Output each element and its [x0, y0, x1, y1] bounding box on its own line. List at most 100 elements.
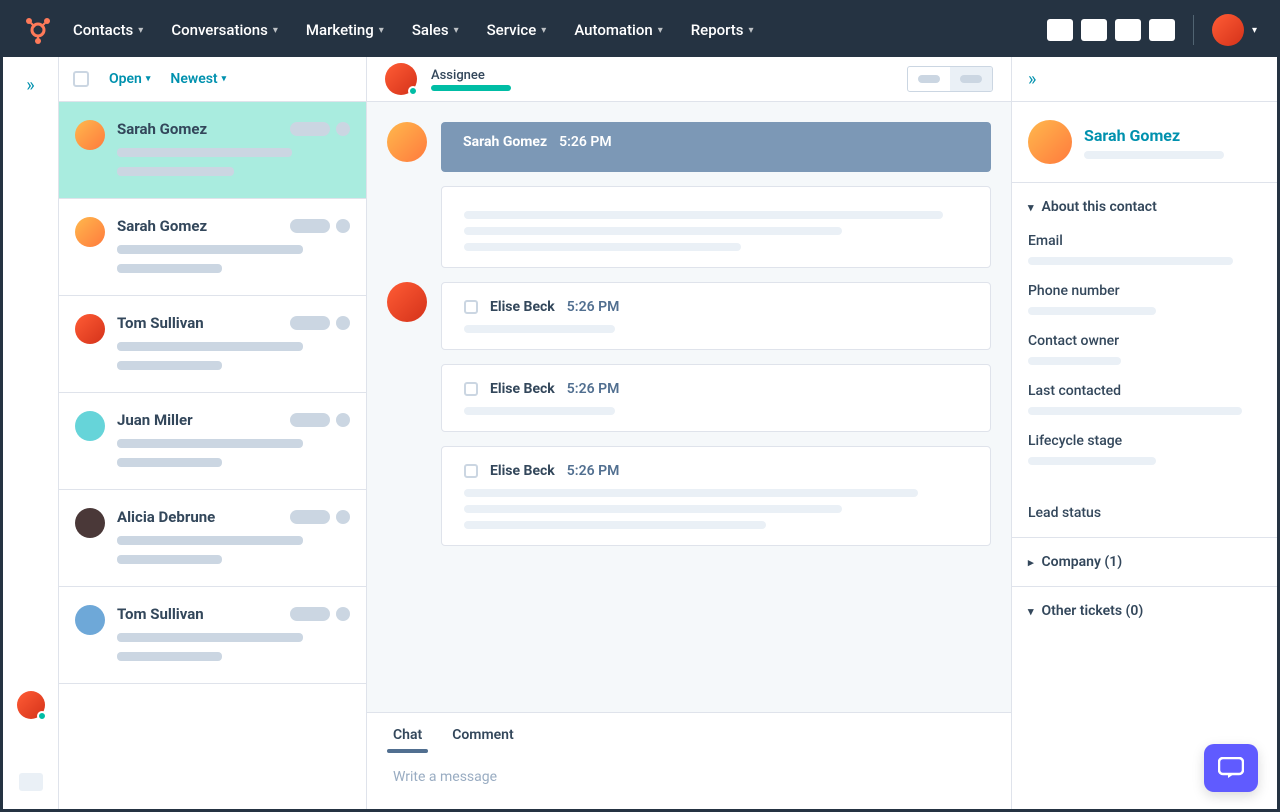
meta-placeholder	[290, 122, 330, 136]
divider	[1193, 15, 1194, 45]
message-time: 5:26 PM	[567, 381, 620, 397]
nav-action-4[interactable]	[1149, 19, 1175, 41]
sender-name: Elise Beck	[490, 463, 555, 479]
text-line	[464, 325, 615, 333]
chevron-down-icon: ▾	[658, 25, 663, 36]
chevron-down-icon: ▾	[454, 25, 459, 36]
message-list: Sarah Gomez5:26 PMElise Beck5:26 PMElise…	[367, 102, 1011, 712]
user-avatar[interactable]	[1212, 14, 1244, 46]
sender-name: Elise Beck	[490, 381, 555, 397]
tab-chat[interactable]: Chat	[393, 727, 422, 753]
meta-placeholder	[336, 122, 350, 136]
nav-sales[interactable]: Sales▾	[412, 21, 459, 39]
thread-header: Assignee	[367, 57, 1011, 102]
nav-action-3[interactable]	[1115, 19, 1141, 41]
nav-reports[interactable]: Reports▾	[691, 21, 754, 39]
preview-line	[117, 458, 222, 467]
hubspot-logo-icon	[23, 15, 53, 45]
toggle-option-2[interactable]	[950, 67, 992, 91]
assignee-avatar[interactable]	[385, 63, 417, 95]
toggle-option-1[interactable]	[908, 67, 950, 91]
contact-avatar[interactable]	[1028, 120, 1072, 164]
text-line	[464, 489, 918, 497]
chat-icon	[1218, 757, 1244, 779]
message-bubble: Elise Beck 5:26 PM	[441, 364, 991, 432]
preview-line	[117, 361, 222, 370]
nav-action-1[interactable]	[1047, 19, 1073, 41]
chevron-down-icon: ▾	[1028, 605, 1034, 618]
field-value-placeholder	[1028, 257, 1233, 265]
preview-line	[117, 439, 303, 448]
message-checkbox[interactable]	[464, 300, 478, 314]
thread-panel: Assignee Sarah Gomez 5:26 PM Elise Beck 5:2…	[367, 57, 1011, 809]
message-checkbox[interactable]	[464, 382, 478, 396]
field-value-placeholder	[1028, 307, 1156, 315]
field-label: Last contacted	[1028, 383, 1261, 399]
sender-avatar	[387, 282, 427, 322]
contact-field: Lead status	[1028, 505, 1261, 521]
message-checkbox[interactable]	[464, 464, 478, 478]
conversation-item[interactable]: Sarah Gomez	[59, 199, 366, 296]
conversation-item[interactable]: Tom Sullivan	[59, 296, 366, 393]
nav-marketing[interactable]: Marketing▾	[306, 21, 384, 39]
field-value-placeholder	[1028, 407, 1242, 415]
section-about-toggle[interactable]: ▾About this contact	[1028, 199, 1261, 215]
text-line	[464, 243, 741, 251]
left-rail: »	[3, 57, 59, 809]
chat-widget-button[interactable]	[1204, 744, 1258, 792]
preview-line	[117, 536, 303, 545]
tab-comment[interactable]: Comment	[452, 727, 513, 753]
contact-field: Email	[1028, 233, 1261, 265]
nav-contacts[interactable]: Contacts▾	[73, 21, 143, 39]
conversation-name: Sarah Gomez	[117, 217, 207, 235]
conversation-item[interactable]: Juan Miller	[59, 393, 366, 490]
chevron-right-icon: ▸	[1028, 556, 1034, 569]
contact-field: Last contacted	[1028, 383, 1261, 415]
message-bubble	[441, 186, 991, 268]
meta-placeholder	[336, 510, 350, 524]
field-label: Email	[1028, 233, 1261, 249]
field-value-placeholder	[1028, 457, 1156, 465]
contact-avatar	[75, 120, 105, 150]
message-input[interactable]: Write a message	[367, 753, 1011, 809]
meta-placeholder	[290, 510, 330, 524]
collapse-panel-button[interactable]: »	[1012, 57, 1277, 102]
conversation-item[interactable]: Tom Sullivan	[59, 587, 366, 684]
meta-placeholder	[290, 316, 330, 330]
section-company: ▸Company (1)	[1012, 537, 1277, 586]
contact-name[interactable]: Sarah Gomez	[1084, 126, 1224, 145]
section-tickets-toggle[interactable]: ▾Other tickets (0)	[1028, 603, 1261, 619]
expand-rail-button[interactable]: »	[26, 75, 34, 96]
preview-line	[117, 245, 303, 254]
preview-line	[117, 167, 234, 176]
nav-action-2[interactable]	[1081, 19, 1107, 41]
filter-status[interactable]: Open▾	[109, 71, 150, 87]
preview-line	[117, 148, 292, 157]
message-time: 5:26 PM	[567, 299, 620, 315]
conversation-name: Alicia Debrune	[117, 508, 215, 526]
assignee-label: Assignee	[431, 68, 893, 83]
conversation-item[interactable]: Sarah Gomez	[59, 102, 366, 199]
message-time: 5:26 PM	[567, 463, 620, 479]
conversation-name: Tom Sullivan	[117, 605, 204, 623]
meta-placeholder	[290, 219, 330, 233]
nav-conversations[interactable]: Conversations▾	[171, 21, 278, 39]
view-toggle[interactable]	[907, 66, 993, 92]
section-company-toggle[interactable]: ▸Company (1)	[1028, 554, 1261, 570]
filter-sort[interactable]: Newest▾	[170, 71, 226, 87]
field-value-placeholder	[1028, 357, 1121, 365]
chevron-down-icon[interactable]: ▾	[1252, 25, 1257, 36]
meta-placeholder	[336, 607, 350, 621]
preview-line	[117, 555, 222, 564]
text-line	[464, 227, 842, 235]
select-all-checkbox[interactable]	[73, 71, 89, 87]
contact-panel: » Sarah Gomez ▾About this contact EmailP…	[1011, 57, 1277, 809]
sender-name: Sarah Gomez	[463, 134, 547, 150]
conversation-item[interactable]: Alicia Debrune	[59, 490, 366, 587]
contact-avatar	[75, 314, 105, 344]
nav-service[interactable]: Service▾	[487, 21, 547, 39]
assignee-name-placeholder	[431, 85, 511, 91]
nav-right: ▾	[1047, 14, 1257, 46]
preview-line	[117, 342, 303, 351]
nav-automation[interactable]: Automation▾	[574, 21, 662, 39]
